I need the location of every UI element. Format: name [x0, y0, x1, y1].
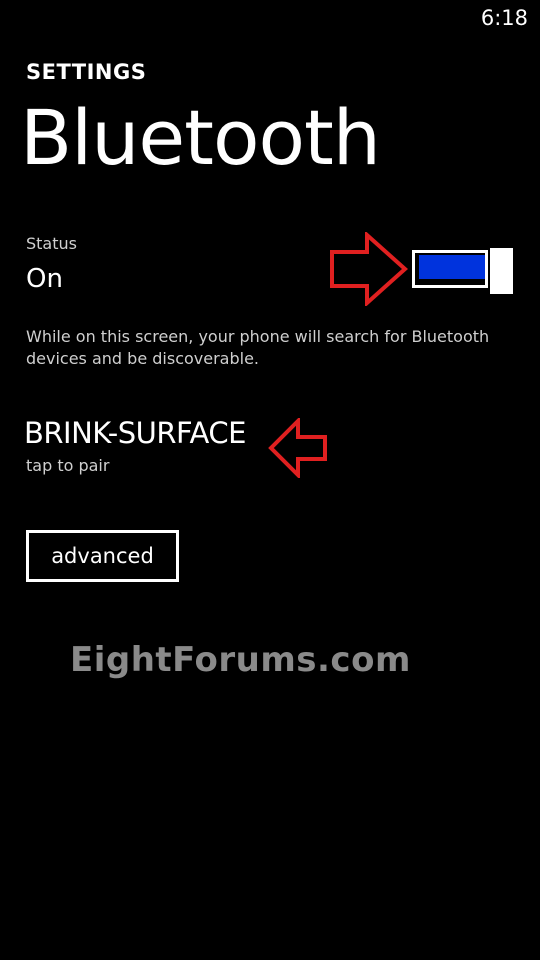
- status-value: On: [26, 264, 63, 294]
- toggle-thumb[interactable]: [490, 248, 513, 294]
- bluetooth-toggle-switch[interactable]: [412, 248, 513, 294]
- advanced-button[interactable]: advanced: [26, 530, 179, 582]
- status-bar-clock: 6:18: [480, 6, 528, 30]
- device-name[interactable]: BRINK-SURFACE: [24, 416, 246, 450]
- arrow-left-icon: [268, 418, 327, 478]
- status-label: Status: [26, 234, 77, 253]
- toggle-fill: [419, 255, 485, 279]
- bluetooth-description: While on this screen, your phone will se…: [26, 327, 490, 368]
- arrow-right-icon: [330, 232, 408, 306]
- page-title: Bluetooth: [20, 93, 381, 182]
- app-title: SETTINGS: [26, 60, 147, 84]
- watermark-text: EightForums.com: [70, 640, 411, 680]
- device-subtitle: tap to pair: [26, 456, 110, 475]
